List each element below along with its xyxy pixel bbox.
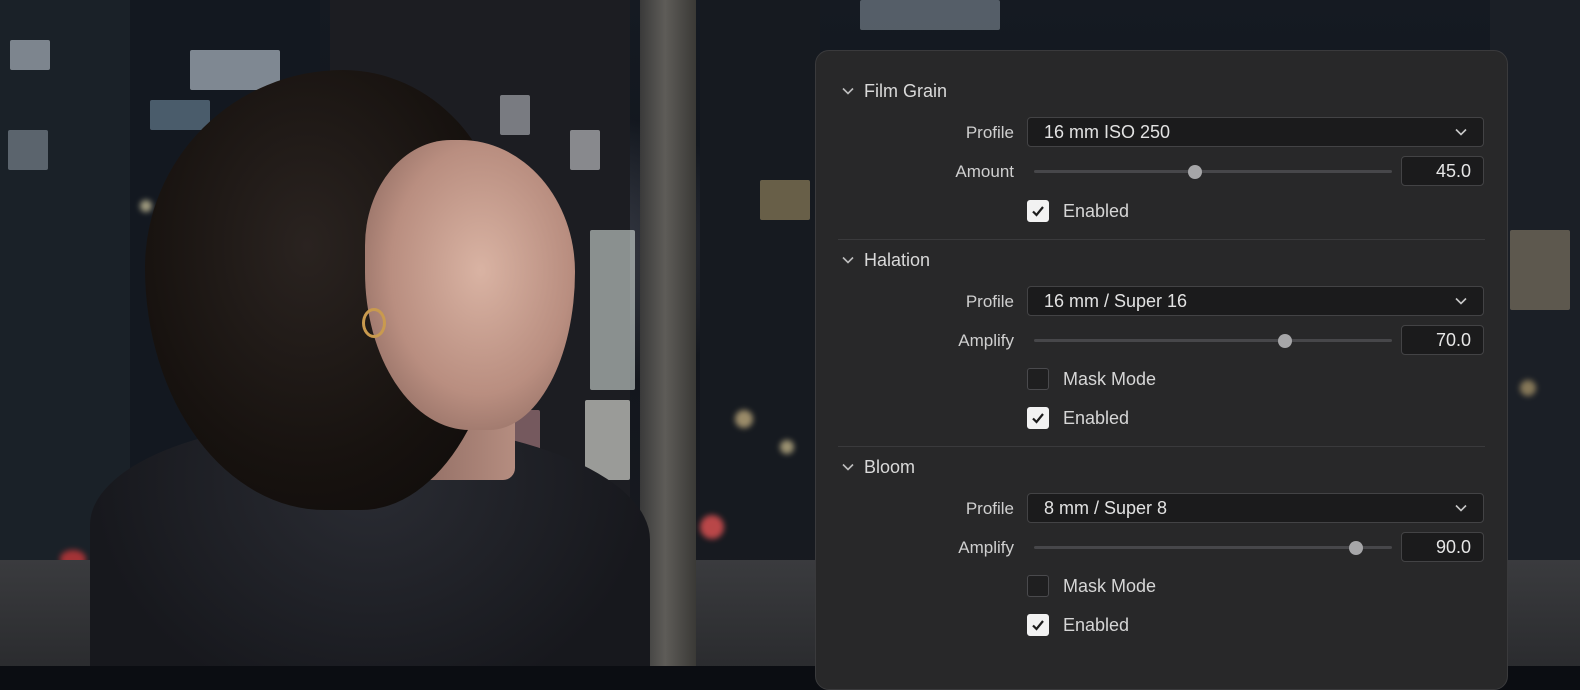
film-grain-amount-field[interactable]	[1401, 156, 1484, 186]
section-header-film-grain[interactable]: Film Grain	[840, 79, 947, 103]
halation-amplify-field[interactable]	[1401, 325, 1484, 355]
profile-label: Profile	[965, 123, 1014, 142]
halation-enabled-checkbox-row[interactable]: Enabled	[1027, 406, 1129, 430]
film-grain-enabled-checkbox-row[interactable]: Enabled	[1027, 199, 1129, 223]
profile-label: Profile	[965, 292, 1014, 311]
dropdown-value: 16 mm / Super 16	[1044, 290, 1188, 311]
halation-mask-mode-checkbox-row[interactable]: Mask Mode	[1027, 367, 1156, 391]
checkmark-icon	[1032, 413, 1044, 424]
section-divider	[838, 446, 1485, 447]
dropdown-value: 16 mm ISO 250	[1044, 121, 1171, 142]
halation-amplify-slider[interactable]	[1034, 333, 1392, 349]
enabled-label: Enabled	[1063, 614, 1130, 635]
bloom-amplify-slider[interactable]	[1034, 540, 1392, 556]
enabled-checkbox[interactable]	[1027, 614, 1049, 636]
slider-track	[1034, 546, 1392, 549]
chevron-down-icon	[1453, 500, 1469, 516]
chevron-down-icon	[840, 459, 856, 475]
film-grain-profile-dropdown[interactable]: 16 mm ISO 250	[1027, 117, 1484, 147]
bloom-profile-dropdown[interactable]: 8 mm / Super 8	[1027, 493, 1484, 523]
chevron-down-icon	[840, 83, 856, 99]
chevron-down-icon	[840, 252, 856, 268]
mask-mode-checkbox[interactable]	[1027, 368, 1049, 390]
mask-mode-label: Mask Mode	[1063, 575, 1157, 596]
halation-profile-dropdown[interactable]: 16 mm / Super 16	[1027, 286, 1484, 316]
enabled-checkbox[interactable]	[1027, 200, 1049, 222]
enabled-checkbox[interactable]	[1027, 407, 1049, 429]
film-effects-panel: Film Grain Profile 16 mm ISO 250 Amount …	[815, 50, 1508, 690]
mask-mode-label: Mask Mode	[1063, 368, 1157, 389]
bloom-amplify-field[interactable]	[1401, 532, 1484, 562]
section-title: Bloom	[864, 456, 916, 477]
enabled-label: Enabled	[1063, 407, 1130, 428]
chevron-down-icon	[1453, 124, 1469, 140]
amplify-label: Amplify	[958, 538, 1014, 557]
dropdown-value: 8 mm / Super 8	[1044, 497, 1168, 518]
slider-track	[1034, 170, 1392, 173]
mask-mode-checkbox[interactable]	[1027, 575, 1049, 597]
section-header-bloom[interactable]: Bloom	[840, 455, 915, 479]
section-title: Halation	[864, 249, 931, 270]
checkmark-icon	[1032, 620, 1044, 631]
section-header-halation[interactable]: Halation	[840, 248, 930, 272]
slider-track	[1034, 339, 1392, 342]
enabled-label: Enabled	[1063, 200, 1130, 221]
bloom-mask-mode-checkbox-row[interactable]: Mask Mode	[1027, 574, 1156, 598]
slider-thumb[interactable]	[1349, 541, 1364, 555]
slider-thumb[interactable]	[1277, 334, 1292, 348]
slider-thumb[interactable]	[1188, 165, 1203, 179]
amount-label: Amount	[955, 162, 1014, 181]
bloom-enabled-checkbox-row[interactable]: Enabled	[1027, 613, 1129, 637]
section-title: Film Grain	[864, 80, 948, 101]
section-divider	[838, 239, 1485, 240]
chevron-down-icon	[1453, 293, 1469, 309]
checkmark-icon	[1032, 206, 1044, 217]
film-grain-amount-slider[interactable]	[1034, 164, 1392, 180]
profile-label: Profile	[965, 499, 1014, 518]
amplify-label: Amplify	[958, 331, 1014, 350]
